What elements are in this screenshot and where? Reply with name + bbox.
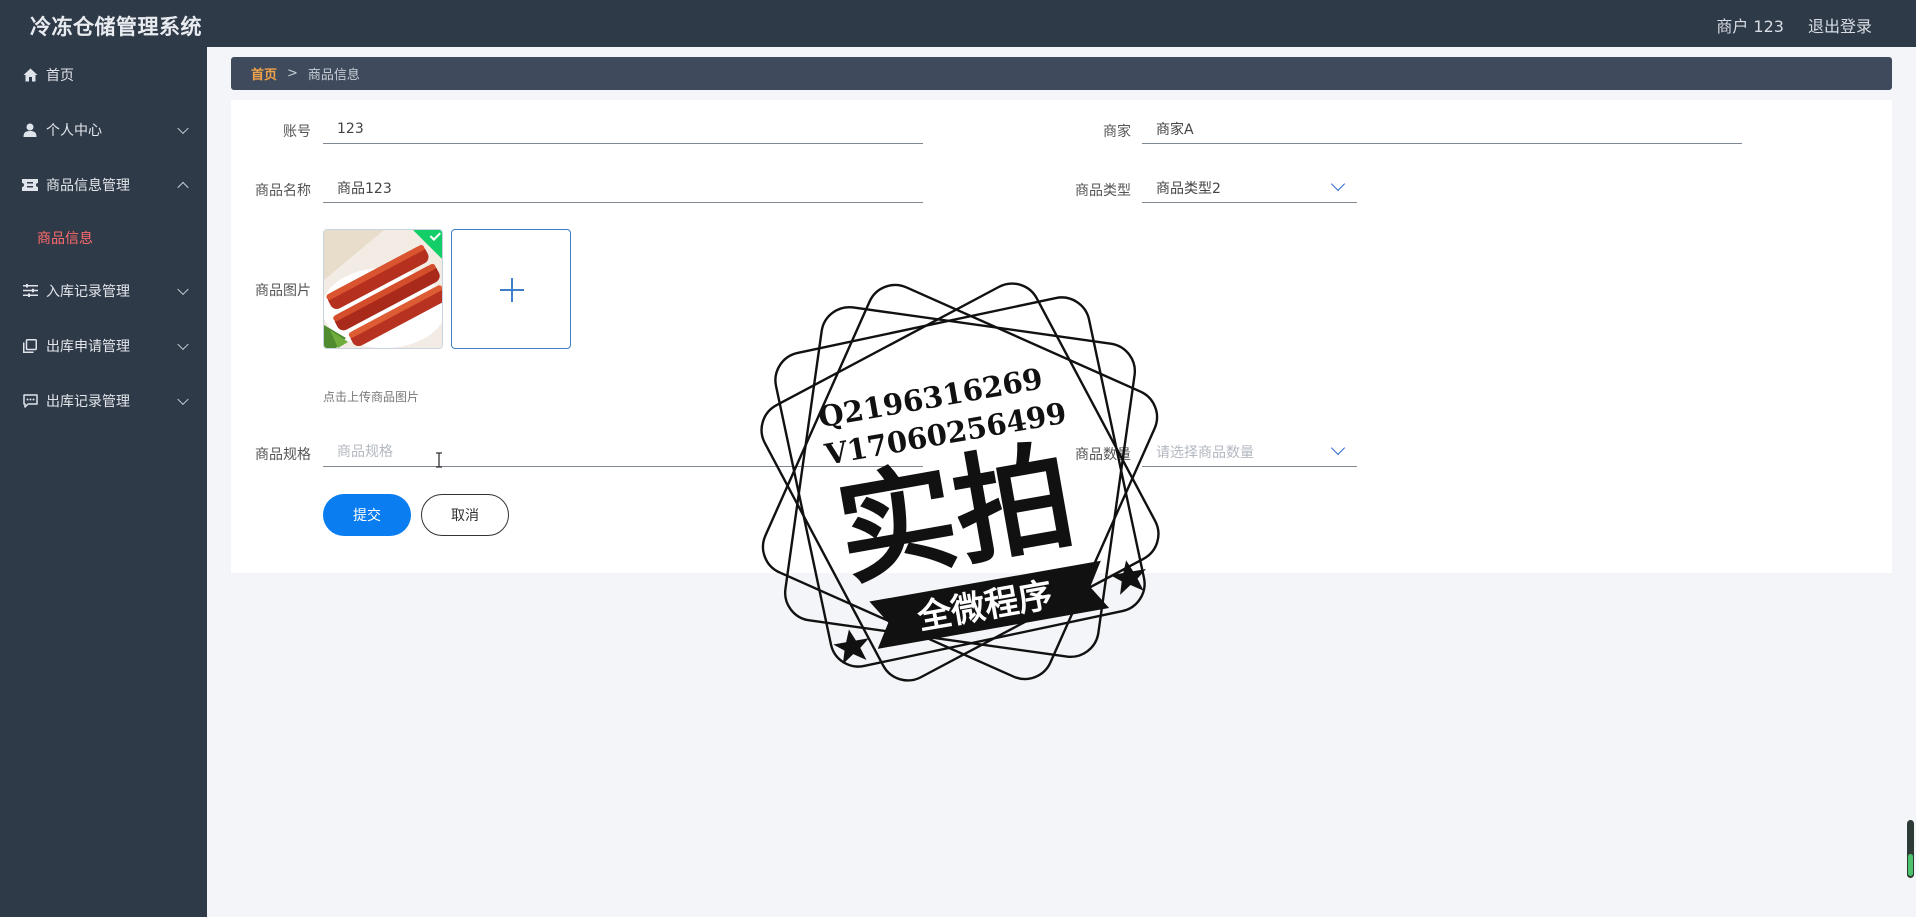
merchant-label: 商家 [1103, 124, 1131, 140]
sidebar-item-inbound-records[interactable]: 入库记录管理 [0, 263, 207, 318]
spec-label: 商品规格 [255, 447, 311, 463]
product-name-field[interactable] [323, 173, 923, 203]
user-icon [22, 122, 38, 138]
chevron-down-icon [177, 283, 189, 295]
sidebar-item-label: 首页 [46, 67, 74, 84]
sidebar-item-label: 入库记录管理 [46, 283, 130, 300]
chevron-up-icon [177, 181, 189, 193]
top-right-actions: 商户 123 退出登录 [1716, 13, 1872, 37]
sidebar: 首页 个人中心 商品信息管理 商品信息 入库记录管理 出库申请管理 出库记录管理 [0, 47, 207, 917]
product-name-label: 商品名称 [255, 183, 311, 199]
account-label: 账号 [283, 124, 311, 140]
ticket-icon [22, 177, 38, 193]
chevron-down-icon [1330, 176, 1346, 192]
product-type-label: 商品类型 [1075, 183, 1131, 199]
logout-link[interactable]: 退出登录 [1808, 13, 1872, 37]
sidebar-subitem-product-info[interactable]: 商品信息 [0, 212, 207, 263]
chevron-down-icon [177, 122, 189, 134]
breadcrumb: 首页 > 商品信息 [231, 57, 1892, 90]
account-field[interactable] [323, 114, 923, 144]
chevron-down-icon [177, 393, 189, 405]
breadcrumb-separator: > [287, 66, 298, 81]
account-input[interactable] [337, 120, 923, 137]
upload-hint: 点击上传商品图片 [323, 390, 420, 404]
sidebar-item-personal-center[interactable]: 个人中心 [0, 102, 207, 157]
sidebar-item-product-management[interactable]: 商品信息管理 [0, 157, 207, 212]
chevron-down-icon [1330, 440, 1346, 456]
chevron-down-icon [177, 338, 189, 350]
home-icon [22, 67, 38, 83]
product-type-select[interactable]: 商品类型2 [1142, 173, 1357, 203]
sidebar-item-home[interactable]: 首页 [0, 47, 207, 102]
top-bar: 冷冻仓储管理系统 商户 123 退出登录 [0, 0, 1916, 47]
cancel-button[interactable]: 取消 [421, 494, 509, 536]
user-label[interactable]: 商户 123 [1716, 13, 1784, 37]
app-title: 冷冻仓储管理系统 [30, 15, 202, 39]
product-image-label: 商品图片 [255, 283, 311, 299]
breadcrumb-home-link[interactable]: 首页 [251, 64, 277, 83]
breadcrumb-current: 商品信息 [307, 68, 360, 83]
submit-button[interactable]: 提交 [323, 494, 411, 536]
text-cursor-icon [436, 452, 442, 468]
sliders-icon [22, 283, 38, 299]
plus-icon [500, 278, 524, 302]
sidebar-item-label: 出库记录管理 [46, 393, 130, 410]
scroll-indicator[interactable] [1907, 820, 1914, 878]
merchant-field[interactable] [1142, 114, 1742, 144]
image-upload-button[interactable] [451, 229, 571, 349]
merchant-input[interactable] [1156, 120, 1742, 137]
sidebar-item-label: 商品信息管理 [46, 177, 130, 194]
copy-icon [22, 338, 38, 354]
watermark-stamp: Q2196316269 V17060256499 实拍 全微程序 [760, 282, 1160, 682]
product-name-input[interactable] [337, 179, 923, 196]
product-type-value: 商品类型2 [1156, 180, 1221, 197]
product-image-thumbnail[interactable] [323, 229, 443, 349]
sidebar-item-outbound-applications[interactable]: 出库申请管理 [0, 318, 207, 373]
sidebar-item-label: 出库申请管理 [46, 338, 130, 355]
chat-icon [22, 393, 38, 409]
sidebar-item-label: 个人中心 [46, 122, 102, 139]
roast-pork-image [324, 230, 442, 348]
sidebar-item-outbound-records[interactable]: 出库记录管理 [0, 373, 207, 428]
